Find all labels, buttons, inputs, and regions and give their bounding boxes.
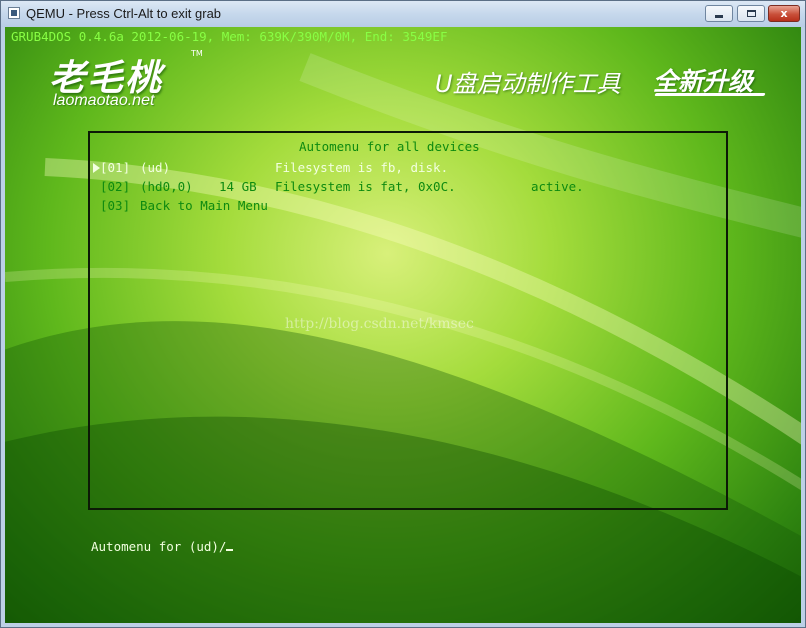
command-line[interactable]: Automenu for (ud)/ [91, 537, 234, 556]
window-title: QEMU - Press Ctrl-Alt to exit grab [26, 6, 222, 21]
menu-item-id: [01] [100, 160, 131, 175]
minimize-icon [715, 15, 723, 18]
menu-title: Automenu for all devices [299, 139, 480, 154]
maximize-button[interactable] [737, 5, 765, 22]
close-icon: x [780, 7, 788, 20]
menu-item-device: (hd0,0) [140, 179, 193, 194]
menu-item-filesystem: Filesystem is fat, 0x0C. [275, 179, 456, 194]
trademark-mark: TM [191, 49, 203, 58]
menu-item-status: active. [531, 179, 584, 194]
menu-item-label: Back to Main Menu [140, 198, 268, 213]
slogan-usb-tool: U盘启动制作工具 [435, 70, 621, 98]
watermark: http://blog.csdn.net/kmsec [285, 316, 474, 332]
grub-version-header: GRUB4DOS 0.4.6a 2012-06-19, Mem: 639K/39… [11, 29, 448, 44]
selection-arrow-icon [93, 163, 100, 173]
menu-item-id: [02] [100, 179, 131, 194]
guest-screen[interactable]: GRUB4DOS 0.4.6a 2012-06-19, Mem: 639K/39… [5, 27, 801, 623]
text-cursor [226, 549, 234, 551]
title-bar[interactable]: QEMU - Press Ctrl-Alt to exit grab x [1, 1, 805, 27]
menu-item-filesystem: Filesystem is fb, disk. [275, 160, 449, 175]
minimize-button[interactable] [705, 5, 733, 22]
maximize-icon [746, 10, 756, 17]
menu-item-back-to-main[interactable]: [03] Back to Main Menu [100, 196, 268, 272]
close-button[interactable]: x [768, 5, 800, 22]
qemu-window: QEMU - Press Ctrl-Alt to exit grab x GRU… [0, 0, 806, 628]
logo-url: laomaotao.net [53, 92, 155, 109]
qemu-app-icon[interactable] [8, 7, 20, 19]
slogan-underline [654, 93, 766, 96]
menu-item-size: 14 GB [219, 179, 257, 194]
menu-item-device: (ud) [140, 160, 171, 175]
menu-item-id: [03] [100, 198, 131, 213]
command-line-text: Automenu for (ud)/ [91, 539, 227, 554]
